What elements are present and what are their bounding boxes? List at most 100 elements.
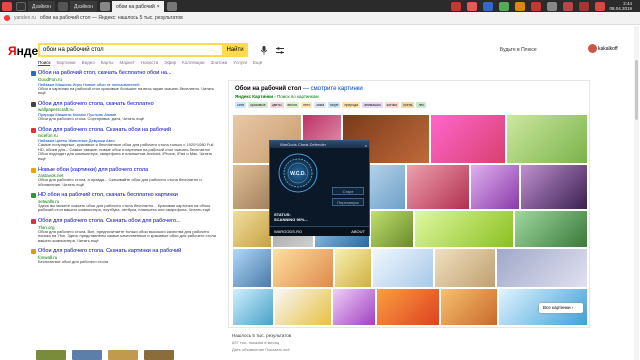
image-thumbnail[interactable]: [507, 115, 587, 163]
image-thumbnail[interactable]: [233, 249, 271, 287]
search-button[interactable]: Найти: [222, 43, 248, 57]
pinned-tab-icon[interactable]: [531, 1, 542, 11]
image-thumbnail[interactable]: [521, 165, 587, 209]
image-thumbnail[interactable]: [471, 165, 519, 209]
image-chip[interactable]: анимашки: [362, 102, 383, 108]
pinned-tab-icon[interactable]: [579, 1, 590, 11]
pinned-tab-icon[interactable]: [595, 1, 606, 11]
image-thumbnail[interactable]: [441, 289, 497, 325]
cheat-defender-window[interactable]: WarGods Cheat Defender × W.C.D. Старт Пер…: [269, 140, 370, 236]
tab-active[interactable]: обои на рабочий ×: [111, 1, 164, 12]
image-thumbnail[interactable]: [273, 249, 333, 287]
nav-tab[interactable]: Маркет: [120, 60, 135, 66]
image-chip[interactable]: лес: [416, 102, 427, 108]
plus-link[interactable]: Будьте в Плюсе: [500, 47, 537, 53]
image-chip[interactable]: котики: [384, 102, 400, 108]
restart-button[interactable]: Перезапуск: [332, 198, 364, 206]
pinned-tab-icon[interactable]: [483, 1, 494, 11]
logo-letter: Я: [8, 44, 17, 58]
address-bar[interactable]: yandex.ru обои на рабочий стол — Яндекс:…: [0, 12, 640, 25]
image-thumbnail[interactable]: [407, 165, 469, 209]
scrollbar-thumb[interactable]: [635, 60, 638, 120]
tab-1[interactable]: Дзэйкон: [28, 1, 55, 12]
search-result: Обои для рабочего стола. Скачать обои на…: [31, 127, 218, 162]
image-chip[interactable]: осень: [401, 102, 415, 108]
image-thumbnail[interactable]: [275, 289, 331, 325]
close-icon[interactable]: ×: [365, 142, 367, 149]
window-titlebar[interactable]: WarGods Cheat Defender ×: [270, 141, 369, 148]
nav-tab[interactable]: Ещё: [253, 60, 262, 66]
images-title[interactable]: Обои на рабочий стол — смотрите картинки: [235, 86, 363, 92]
clock: 2:44 08.04.2019: [609, 1, 636, 11]
image-thumbnail[interactable]: [233, 165, 271, 209]
thumbnail[interactable]: [144, 350, 174, 360]
nav-tab[interactable]: Поиск: [38, 60, 51, 66]
thumbnail[interactable]: [108, 350, 138, 360]
brand-link[interactable]: WARGODS.RO: [274, 229, 302, 234]
result-snippet: Обои для рабочего стола, а правда... Ска…: [38, 177, 202, 187]
pinned-tab-icon[interactable]: [467, 1, 478, 11]
image-thumbnail[interactable]: [373, 249, 433, 287]
image-thumbnail[interactable]: [415, 211, 513, 247]
image-chip[interactable]: природа: [342, 102, 361, 108]
tab-icon[interactable]: [99, 1, 110, 11]
nav-tab[interactable]: Коллекции: [182, 60, 204, 66]
nav-tab[interactable]: Видео: [82, 60, 95, 66]
image-thumbnail[interactable]: [333, 289, 375, 325]
nav-tab[interactable]: Эфир: [164, 60, 176, 66]
image-chip[interactable]: море: [328, 102, 341, 108]
pinned-tab-icon[interactable]: [563, 1, 574, 11]
microphone-icon[interactable]: [260, 46, 268, 55]
image-chip[interactable]: сити: [235, 102, 247, 108]
nav-tab[interactable]: Картинки: [56, 60, 75, 66]
pinned-tab-icon[interactable]: [451, 1, 462, 11]
avatar[interactable]: [588, 44, 597, 53]
image-thumbnail[interactable]: [371, 211, 413, 247]
filter-icon[interactable]: [276, 46, 284, 55]
image-thumbnail[interactable]: [435, 249, 495, 287]
about-link[interactable]: ABOUT: [351, 229, 365, 234]
image-thumbnail[interactable]: [515, 211, 587, 247]
nav-tab[interactable]: Услуги: [233, 60, 247, 66]
start-button[interactable]: Старт: [332, 187, 364, 195]
image-thumbnail[interactable]: [377, 289, 439, 325]
image-thumbnail[interactable]: [431, 115, 505, 163]
image-thumbnail[interactable]: [233, 211, 271, 247]
pinned-tab-icon[interactable]: [499, 1, 510, 11]
username[interactable]: kakalkoff: [598, 46, 618, 52]
image-thumbnail[interactable]: [497, 249, 587, 287]
favicon-icon: [31, 101, 36, 107]
search-input[interactable]: обои на рабочий стол: [38, 43, 224, 57]
close-icon[interactable]: ×: [157, 4, 160, 10]
new-tab-icon[interactable]: [166, 1, 177, 11]
images-title-link[interactable]: — смотрите картинки: [303, 86, 363, 92]
images-source-tail: Поиск по картинкам: [276, 94, 319, 99]
thumbnail[interactable]: [36, 350, 66, 360]
pinned-tab-icon[interactable]: [515, 1, 526, 11]
image-chip[interactable]: красивые: [248, 102, 268, 108]
status-value: SCANNING 96%...: [274, 217, 308, 222]
ads-link[interactable]: Дать объявление Показать всё: [232, 347, 290, 352]
result-snippet: Бесплатные обои для рабочего стола: [38, 258, 109, 264]
tab-2[interactable]: Дзэйкон: [69, 1, 97, 12]
image-chip[interactable]: весна: [285, 102, 299, 108]
image-chip[interactable]: лето: [300, 102, 313, 108]
thumbnail[interactable]: [72, 350, 102, 360]
tab-icon[interactable]: [16, 1, 26, 11]
all-images-button[interactable]: Все картинки ›: [539, 303, 583, 313]
image-chip[interactable]: цветы: [269, 102, 284, 108]
image-chip[interactable]: зима: [314, 102, 327, 108]
image-thumbnail[interactable]: [335, 249, 371, 287]
yandex-browser-icon[interactable]: [2, 1, 12, 11]
image-thumbnail[interactable]: [233, 289, 273, 325]
result-snippet: Самые популярные, красивые и бесплатные …: [38, 142, 214, 162]
nav-tab[interactable]: Новости: [141, 60, 158, 66]
pinned-tab-icon[interactable]: [547, 1, 558, 11]
nav-tab[interactable]: Карты: [101, 60, 114, 66]
favicon-icon: [31, 71, 36, 76]
images-title-bold[interactable]: Обои на рабочий стол: [235, 86, 301, 92]
scan-status: STATUS: SCANNING 96%...: [274, 212, 308, 222]
tab-icon[interactable]: [57, 1, 68, 11]
nav-tab[interactable]: Знатоки: [211, 60, 228, 66]
images-source[interactable]: Яндекс Картинки › Поиск по картинкам: [235, 94, 319, 99]
